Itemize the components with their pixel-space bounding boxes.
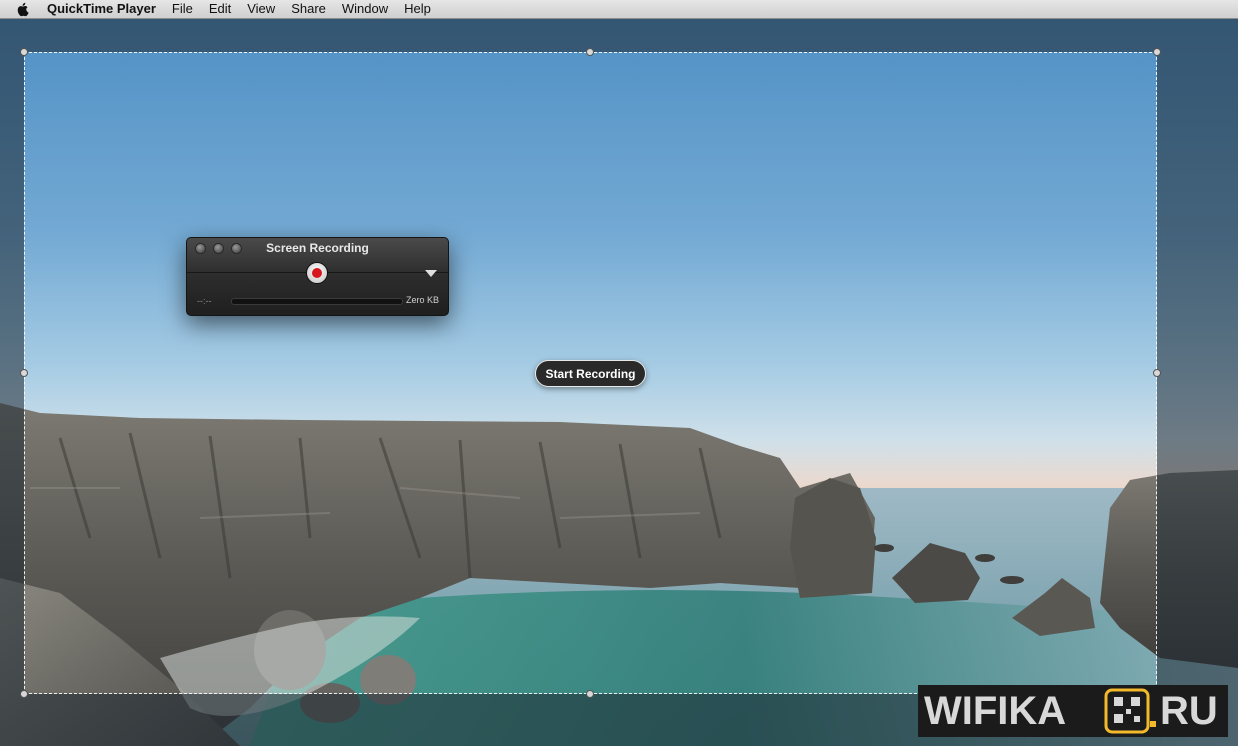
menu-edit[interactable]: Edit: [209, 0, 231, 18]
selection-handle-middle-right[interactable]: [1153, 369, 1161, 377]
menu-file[interactable]: File: [172, 0, 193, 18]
selection-handle-bottom-left[interactable]: [20, 690, 28, 698]
options-dropdown-icon[interactable]: [425, 270, 437, 277]
menu-share[interactable]: Share: [291, 0, 326, 18]
selection-handle-middle-left[interactable]: [20, 369, 28, 377]
menu-bar: QuickTime Player File Edit View Share Wi…: [0, 0, 1238, 19]
menu-app-name[interactable]: QuickTime Player: [47, 0, 156, 18]
dim-overlay-right: [1157, 52, 1238, 694]
menu-window[interactable]: Window: [342, 0, 388, 18]
wifika-watermark-logo: WIFIKA RU: [918, 685, 1228, 737]
record-icon: [312, 268, 322, 278]
elapsed-time: --:--: [197, 296, 212, 306]
dim-overlay-top: [0, 18, 1238, 52]
record-button[interactable]: [306, 262, 328, 284]
selection-handle-top-right[interactable]: [1153, 48, 1161, 56]
window-title: Screen Recording: [266, 241, 369, 255]
file-size: Zero KB: [405, 295, 439, 305]
menu-view[interactable]: View: [247, 0, 275, 18]
audio-level-meter: [231, 298, 403, 305]
selection-handle-top-center[interactable]: [586, 48, 594, 56]
svg-text:RU: RU: [1160, 689, 1218, 733]
menu-help[interactable]: Help: [404, 0, 431, 18]
start-recording-button[interactable]: Start Recording: [535, 360, 646, 387]
apple-menu-icon[interactable]: [15, 1, 31, 17]
selection-handle-top-left[interactable]: [20, 48, 28, 56]
screen-recording-window: Screen Recording --:-- Zero KB: [186, 237, 449, 316]
svg-text:WIFIKA: WIFIKA: [924, 689, 1066, 733]
selection-handle-bottom-center[interactable]: [586, 690, 594, 698]
